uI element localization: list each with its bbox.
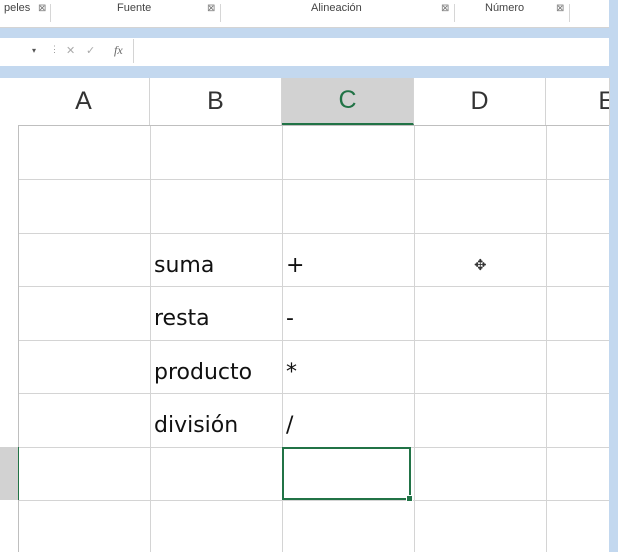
cell-c6[interactable]: * bbox=[286, 360, 297, 385]
enter-button[interactable]: ✓ bbox=[86, 44, 95, 57]
number-launcher-icon[interactable]: ⊠ bbox=[556, 3, 564, 14]
cell-c7[interactable]: / bbox=[286, 413, 293, 438]
grid-line bbox=[19, 393, 609, 394]
column-headers: A B C D E bbox=[18, 78, 610, 126]
grid-line bbox=[19, 286, 609, 287]
ribbon-group-labels: peles ⊠ Fuente ⊠ Alineación ⊠ Número ⊠ bbox=[0, 0, 609, 28]
column-header-e-label: E bbox=[598, 87, 609, 116]
grid-line bbox=[546, 126, 547, 552]
ribbon-group-alignment-label: Alineación bbox=[311, 2, 362, 14]
active-cell-selection[interactable] bbox=[282, 447, 413, 502]
ribbon-group-clipboard-label: peles bbox=[4, 2, 31, 14]
ribbon-group-font-label: Fuente bbox=[117, 2, 152, 14]
cell-c4[interactable]: + bbox=[286, 253, 304, 278]
clipboard-launcher-icon[interactable]: ⊠ bbox=[38, 3, 46, 14]
font-launcher-icon[interactable]: ⊠ bbox=[207, 3, 215, 14]
column-header-c[interactable]: C bbox=[282, 78, 414, 125]
ribbon-separator bbox=[50, 4, 51, 22]
alignment-launcher-icon[interactable]: ⊠ bbox=[441, 3, 449, 14]
column-header-e[interactable]: E bbox=[546, 78, 610, 125]
grid-line bbox=[414, 126, 415, 552]
column-header-b[interactable]: B bbox=[150, 78, 282, 125]
fill-handle[interactable] bbox=[406, 495, 413, 502]
cell-b4[interactable]: suma bbox=[154, 253, 214, 278]
grid-line bbox=[150, 126, 151, 552]
grid-line bbox=[19, 340, 609, 341]
cell-b6[interactable]: producto bbox=[154, 360, 252, 385]
ribbon-separator bbox=[220, 4, 221, 22]
name-box-dropdown-icon[interactable]: ▾ bbox=[32, 46, 36, 55]
formula-input[interactable] bbox=[133, 39, 609, 63]
formula-bar: ▾ ⋮ ✕ ✓ fx bbox=[0, 38, 609, 66]
plus-cursor-icon: ✥ bbox=[474, 257, 487, 274]
grid-line bbox=[19, 500, 609, 501]
cell-b5[interactable]: resta bbox=[154, 306, 210, 331]
spreadsheet-grid[interactable]: suma + resta - producto * división / ✥ bbox=[19, 126, 609, 552]
cancel-button[interactable]: ✕ bbox=[66, 44, 75, 57]
cell-b7[interactable]: división bbox=[154, 413, 238, 438]
column-header-d[interactable]: D bbox=[414, 78, 546, 125]
column-header-a[interactable]: A bbox=[18, 78, 150, 125]
insert-function-button[interactable]: fx bbox=[114, 43, 123, 58]
ribbon-group-number-label: Número bbox=[485, 2, 525, 14]
grid-line bbox=[19, 233, 609, 234]
formula-bar-grip-icon: ⋮ bbox=[50, 44, 59, 54]
row-header-selected[interactable] bbox=[0, 447, 20, 500]
cell-c5[interactable]: - bbox=[286, 306, 294, 331]
grid-line bbox=[19, 179, 609, 180]
ribbon-separator bbox=[569, 4, 570, 22]
ribbon-separator bbox=[454, 4, 455, 22]
